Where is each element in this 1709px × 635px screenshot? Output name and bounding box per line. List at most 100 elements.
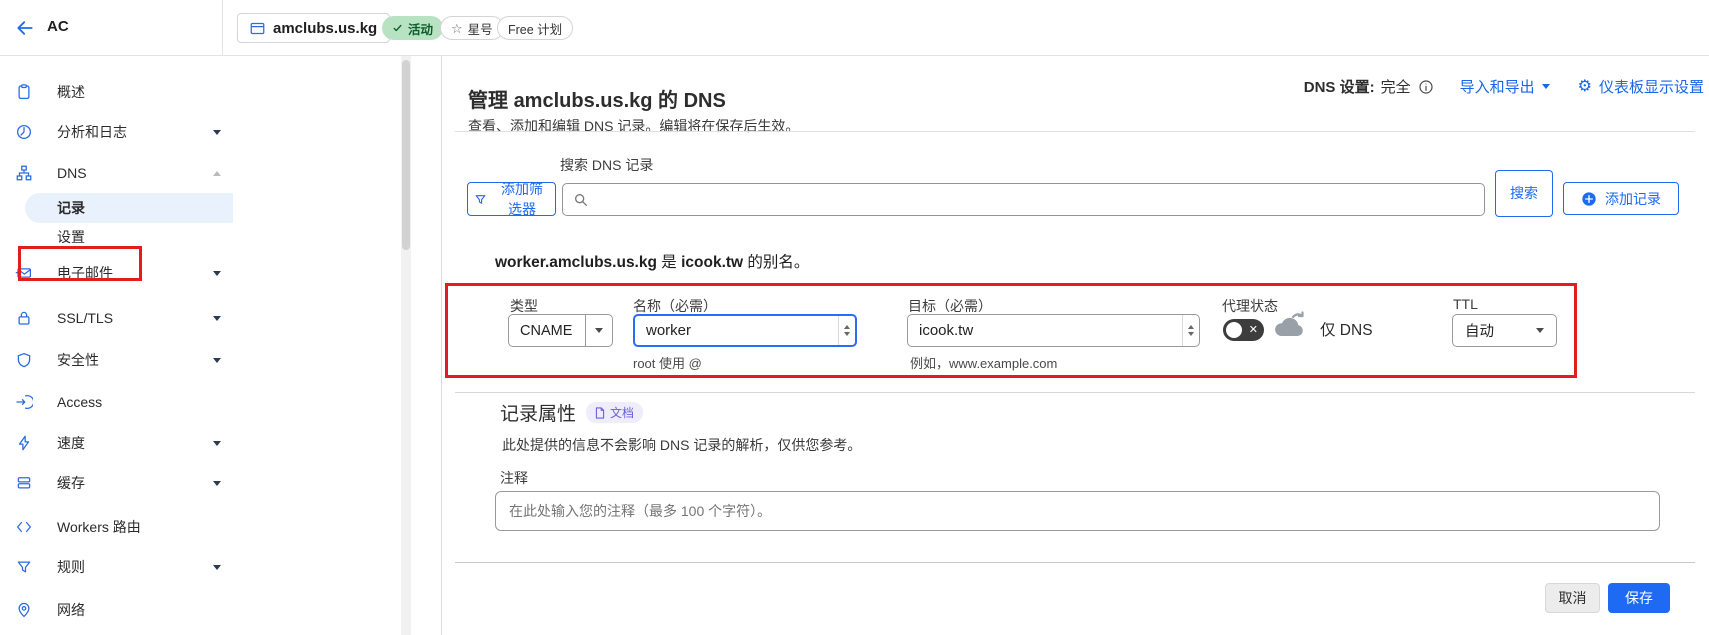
domain-selector[interactable]: amclubs.us.kg xyxy=(237,13,390,43)
sidebar-scrollbar[interactable] xyxy=(401,56,411,635)
proxy-status-label: 代理状态 xyxy=(1222,296,1278,316)
search-label: 搜索 DNS 记录 xyxy=(560,155,653,175)
target-label: 目标（必需） xyxy=(908,296,992,316)
sidebar-item-workers-routes[interactable]: Workers 路由 xyxy=(0,512,233,542)
page-subtitle: 查看、添加和编辑 DNS 记录。编辑将在保存后生效。 xyxy=(468,116,799,136)
record-type-select[interactable]: CNAME xyxy=(508,314,613,347)
record-name-input[interactable] xyxy=(635,322,838,339)
code-brackets-icon xyxy=(15,518,33,536)
topbar-divider xyxy=(222,0,223,56)
pie-chart-icon xyxy=(15,123,33,141)
gear-icon: ⚙ xyxy=(1578,79,1592,95)
chevron-down-icon xyxy=(213,441,221,446)
sidebar-item-dns-records[interactable]: 记录 xyxy=(25,193,233,223)
record-properties-title: 记录属性 xyxy=(500,399,576,426)
sidebar-item-analytics[interactable]: 分析和日志 xyxy=(0,117,233,147)
lock-icon xyxy=(15,309,33,327)
star-icon: ☆ xyxy=(451,22,463,35)
domain-name: amclubs.us.kg xyxy=(273,20,377,37)
proxy-toggle[interactable]: ✕ xyxy=(1223,319,1264,341)
search-input[interactable] xyxy=(597,191,1474,209)
document-icon xyxy=(595,407,605,419)
dashboard-display-settings-link[interactable]: ⚙ 仪表板显示设置 xyxy=(1578,76,1704,97)
sidebar-item-network[interactable]: 网络 xyxy=(0,595,233,625)
arrow-down-icon xyxy=(844,332,850,336)
dns-setting-label: DNS 设置: xyxy=(1304,76,1375,97)
sidebar-item-cache[interactable]: 缓存 xyxy=(0,468,233,498)
main-content: 管理 amclubs.us.kg 的 DNS DNS 设置: 完全 导入和导出 … xyxy=(441,56,1709,635)
sidebar-item-rules[interactable]: 规则 xyxy=(0,552,233,582)
chevron-down-icon xyxy=(595,328,603,333)
save-button[interactable]: 保存 xyxy=(1608,583,1670,613)
page-title: 管理 amclubs.us.kg 的 DNS xyxy=(468,84,726,113)
dns-setting-value: 完全 xyxy=(1381,76,1411,97)
funnel-icon xyxy=(15,558,33,576)
dns-only-cloud-icon xyxy=(1271,311,1309,339)
stepper-arrows[interactable] xyxy=(838,316,855,345)
chevron-down-icon xyxy=(1536,328,1544,333)
x-icon: ✕ xyxy=(1249,323,1258,337)
chevron-up-icon xyxy=(213,171,221,176)
lightning-bolt-icon xyxy=(15,434,33,452)
stepper-arrows[interactable] xyxy=(1182,315,1199,346)
sidebar-item-speed[interactable]: 速度 xyxy=(0,428,233,458)
clipboard-icon xyxy=(15,83,33,101)
dns-search-field xyxy=(562,183,1485,216)
record-properties-header: 记录属性 文档 xyxy=(500,399,643,426)
sidebar-item-overview[interactable]: 概述 xyxy=(0,77,233,107)
star-toggle[interactable]: ☆ 星号 xyxy=(440,16,504,40)
check-icon xyxy=(392,23,403,33)
record-target-input[interactable] xyxy=(908,322,1182,339)
form-separator xyxy=(455,392,1695,393)
info-icon[interactable] xyxy=(1418,79,1434,95)
chevron-down-icon xyxy=(213,565,221,570)
ttl-label: TTL xyxy=(1453,296,1478,312)
type-label: 类型 xyxy=(510,296,538,316)
add-filter-button[interactable]: 添加筛选器 xyxy=(467,182,556,216)
header-separator xyxy=(455,131,1695,132)
toggle-knob xyxy=(1226,322,1242,338)
comment-field xyxy=(495,491,1660,531)
search-button[interactable]: 搜索 xyxy=(1495,170,1553,217)
chevron-down-icon xyxy=(1542,84,1550,89)
email-icon xyxy=(15,264,33,282)
chevron-down-icon xyxy=(213,316,221,321)
header-controls: DNS 设置: 完全 导入和导出 ⚙ 仪表板显示设置 xyxy=(1304,76,1704,97)
browser-window-icon xyxy=(250,22,265,35)
account-name: AC xyxy=(47,18,69,35)
record-target-field xyxy=(907,314,1200,347)
import-export-menu[interactable]: 导入和导出 xyxy=(1460,76,1550,97)
scrollbar-thumb[interactable] xyxy=(402,60,410,250)
chevron-down-icon xyxy=(213,481,221,486)
name-label: 名称（必需） xyxy=(633,296,717,316)
status-badge-active: 活动 xyxy=(382,16,443,40)
sidebar-item-dns[interactable]: DNS xyxy=(0,158,233,188)
ttl-select[interactable]: 自动 xyxy=(1452,314,1557,347)
plan-badge: Free 计划 xyxy=(497,16,573,40)
shield-icon xyxy=(15,351,33,369)
layers-icon xyxy=(15,474,33,492)
record-properties-description: 此处提供的信息不会影响 DNS 记录的解析，仅供您参考。 xyxy=(502,435,861,455)
docs-badge[interactable]: 文档 xyxy=(586,402,643,423)
sidebar-item-security[interactable]: 安全性 xyxy=(0,345,233,375)
proxy-status-value: 仅 DNS xyxy=(1320,318,1373,340)
comment-label: 注释 xyxy=(500,468,528,488)
arrow-down-icon xyxy=(1188,332,1194,336)
name-helper-text: root 使用 @ xyxy=(633,353,702,372)
map-pin-icon xyxy=(15,601,33,619)
sidebar-item-ssl-tls[interactable]: SSL/TLS xyxy=(0,303,233,333)
arrow-up-icon xyxy=(844,325,850,329)
plus-circle-icon xyxy=(1581,191,1597,207)
sidebar-nav: 概述 分析和日志 DNS 记录 设置 电子邮件 SSL/TLS xyxy=(0,56,233,635)
add-record-button[interactable]: 添加记录 xyxy=(1563,182,1679,215)
cancel-button[interactable]: 取消 xyxy=(1545,583,1600,613)
sidebar-item-dns-settings[interactable]: 设置 xyxy=(0,222,233,252)
comment-input[interactable] xyxy=(496,503,1659,519)
sidebar-item-access[interactable]: Access xyxy=(0,387,233,417)
select-arrow[interactable] xyxy=(585,315,612,346)
chevron-down-icon xyxy=(213,271,221,276)
target-helper-text: 例如，www.example.com xyxy=(910,353,1057,372)
back-arrow-icon[interactable] xyxy=(14,18,36,38)
sidebar-item-email[interactable]: 电子邮件 xyxy=(0,258,233,288)
arrow-up-icon xyxy=(1188,325,1194,329)
